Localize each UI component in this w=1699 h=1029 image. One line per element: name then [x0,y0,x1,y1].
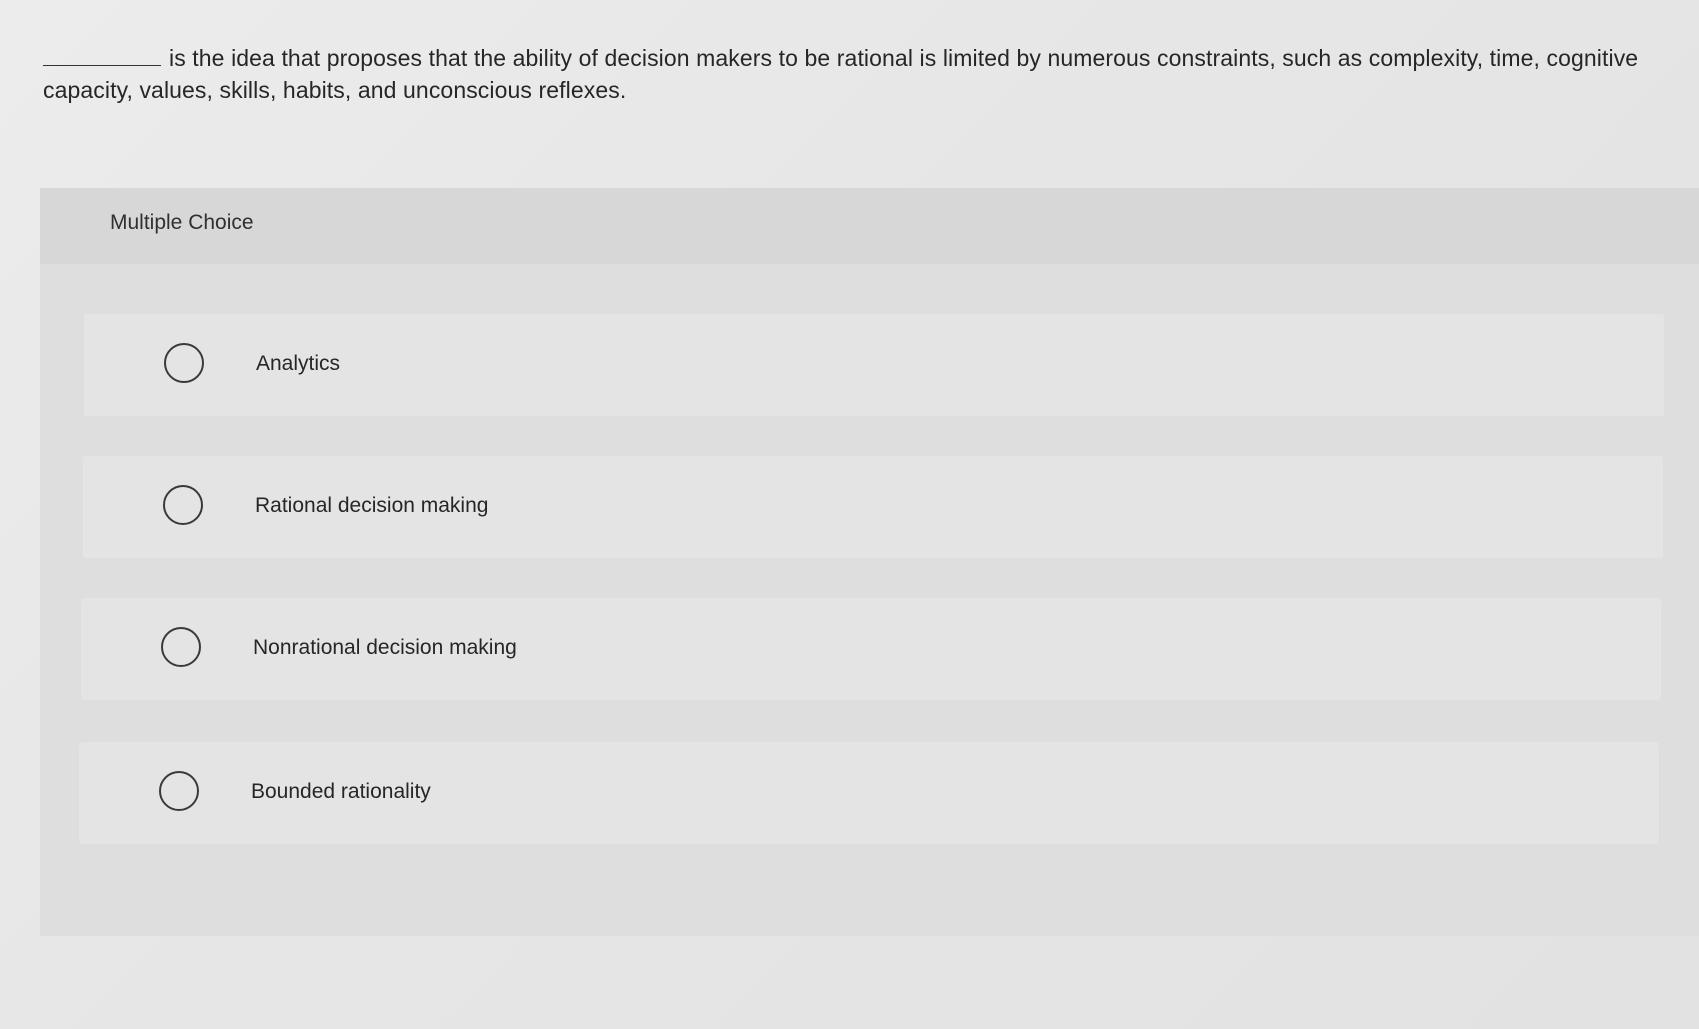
radio-button[interactable] [161,627,201,667]
panel-title: Multiple Choice [110,211,254,234]
option-analytics[interactable]: Analytics [84,314,1664,416]
answer-blank [43,47,161,66]
option-bounded-rationality[interactable]: Bounded rationality [79,742,1659,844]
option-label: Rational decision making [255,494,489,517]
radio-button[interactable] [159,771,199,811]
panel-header: Multiple Choice [40,188,1699,264]
quiz-page: is the idea that proposes that the abili… [0,0,1699,1029]
option-label: Nonrational decision making [253,636,517,659]
question-prompt: is the idea that proposes that the abili… [43,42,1643,106]
option-label: Analytics [256,352,341,375]
option-label: Bounded rationality [251,780,431,803]
question-text: is the idea that proposes that the abili… [43,45,1639,103]
multiple-choice-panel: Multiple Choice Analytics Rational decis… [40,188,1699,936]
radio-button[interactable] [163,485,203,525]
option-rational-decision-making[interactable]: Rational decision making [83,456,1663,558]
option-nonrational-decision-making[interactable]: Nonrational decision making [81,598,1661,700]
radio-button[interactable] [164,343,204,383]
